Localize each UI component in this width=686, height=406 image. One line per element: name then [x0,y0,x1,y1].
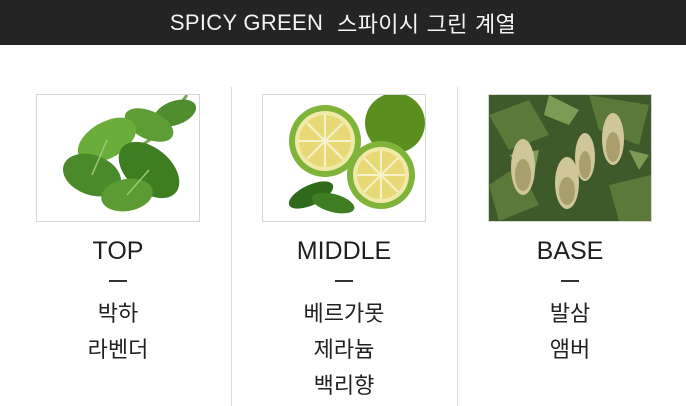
column-label: BASE [536,237,604,265]
note-list: 베르가못 제라늄 백리향 [231,297,457,405]
column-label: MIDDLE [296,237,392,265]
label-dash [335,280,353,282]
column-base: BASE 발삼 앰버 [457,87,683,406]
label-dash [561,280,579,282]
note-item: 백리향 [313,374,375,399]
note-list: 발삼 앰버 [457,297,683,369]
label-dash [109,280,127,282]
note-item: 제라늄 [313,338,375,363]
fir-balsam-image [488,94,652,222]
note-item: 베르가못 [303,302,385,327]
header-title-en: SPICY GREEN [169,9,324,35]
note-item: 박하 [97,302,139,327]
header-title-ko: 스파이시 그린 계열 [337,12,517,38]
note-item: 앰버 [549,338,591,363]
column-middle: MIDDLE 베르가못 제라늄 백리향 [231,87,457,406]
column-label: TOP [92,237,144,265]
note-columns: TOP 박하 라벤더 MIDDLE 베르가못 제라늄 백리향 BASE 발삼 앰… [0,87,686,406]
note-item: 라벤더 [87,338,149,363]
note-list: 박하 라벤더 [5,297,231,369]
mint-leaves-image [36,94,200,222]
bergamot-citrus-image [262,94,426,222]
note-item: 발삼 [549,302,591,327]
page-header: SPICY GREEN 스파이시 그린 계열 [0,0,686,45]
column-top: TOP 박하 라벤더 [5,87,231,406]
